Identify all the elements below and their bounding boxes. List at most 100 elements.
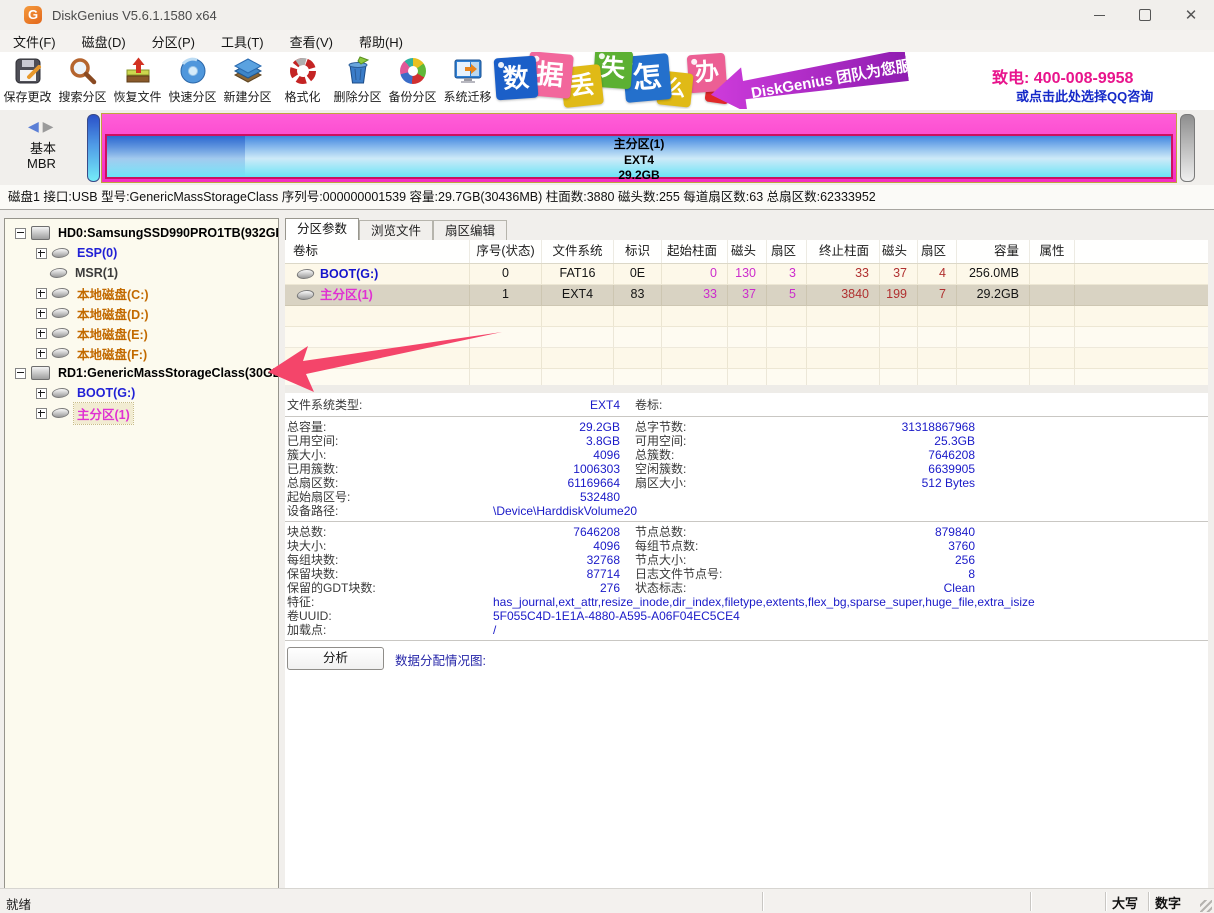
tree-item-5[interactable]: 本地磁盘(E:) bbox=[5, 323, 279, 343]
partition-tree: HD0:SamsungSSD990PRO1TB(932GB)ESP(0)MSR(… bbox=[4, 218, 279, 892]
table-cell: 0 bbox=[470, 264, 542, 284]
toolbar-button-label: 恢复文件 bbox=[113, 88, 161, 105]
toolbar-button-search[interactable]: 搜索分区 bbox=[55, 53, 110, 107]
partition-block[interactable]: 主分区(1) EXT4 29.2GB bbox=[105, 134, 1173, 179]
disk-icon bbox=[31, 366, 50, 380]
detail-value: 276 bbox=[435, 581, 620, 595]
menu-item-3[interactable]: 工具(T) bbox=[208, 32, 277, 51]
column-header[interactable]: 文件系统 bbox=[542, 240, 614, 263]
column-header[interactable]: 扇区 bbox=[767, 240, 807, 263]
empty-cell bbox=[767, 327, 807, 347]
detail-label: 节点总数: bbox=[635, 525, 686, 539]
ext4-section: 块总数:7646208节点总数:879840块大小:4096每组节点数:3760… bbox=[285, 525, 1208, 637]
toolbar-button-delete[interactable]: 删除分区 bbox=[330, 53, 385, 107]
detail-label: 块大小: bbox=[287, 539, 326, 553]
detail-row: 起始扇区号:532480 bbox=[285, 490, 1208, 504]
detail-label: 可用空间: bbox=[635, 434, 686, 448]
menu-item-0[interactable]: 文件(F) bbox=[0, 32, 69, 51]
column-header[interactable]: 标识 bbox=[614, 240, 662, 263]
minimize-button[interactable] bbox=[1076, 0, 1122, 30]
close-button[interactable]: ✕ bbox=[1168, 0, 1214, 30]
menu-item-1[interactable]: 磁盘(D) bbox=[69, 32, 139, 51]
detail-label: 日志文件节点号: bbox=[635, 567, 722, 581]
tree-expander-icon[interactable] bbox=[36, 308, 47, 319]
next-disk-arrow-icon[interactable]: ▶ bbox=[43, 118, 54, 134]
partition-detail-pane: 卷标序号(状态)文件系统标识起始柱面磁头扇区终止柱面磁头扇区容量属性BOOT(G… bbox=[285, 240, 1208, 888]
column-header[interactable]: 序号(状态) bbox=[470, 240, 542, 263]
promo-qq-link[interactable]: 或点击此处选择QQ咨询 bbox=[1016, 86, 1153, 105]
tree-expander-icon[interactable] bbox=[36, 408, 47, 419]
tree-item-6[interactable]: 本地磁盘(F:) bbox=[5, 343, 279, 363]
resize-grip[interactable] bbox=[1200, 900, 1212, 912]
tree-item-1[interactable]: ESP(0) bbox=[5, 243, 279, 263]
empty-cell bbox=[614, 369, 662, 385]
tree-item-2[interactable]: MSR(1) bbox=[5, 263, 279, 283]
toolbar-button-new-partition[interactable]: 新建分区 bbox=[220, 53, 275, 107]
backup-icon bbox=[398, 56, 428, 86]
detail-label: 起始扇区号: bbox=[287, 490, 350, 504]
column-header[interactable]: 属性 bbox=[1030, 240, 1075, 263]
detail-value: 879840 bbox=[795, 525, 975, 539]
column-header[interactable]: 磁头 bbox=[728, 240, 767, 263]
toolbar-button-recover[interactable]: 恢复文件 bbox=[110, 53, 165, 107]
menu-item-2[interactable]: 分区(P) bbox=[139, 32, 208, 51]
column-header[interactable]: 卷标 bbox=[285, 240, 470, 263]
empty-cell bbox=[918, 327, 957, 347]
tree-item-9[interactable]: 主分区(1) bbox=[5, 403, 279, 423]
table-cell: 5 bbox=[767, 285, 807, 305]
column-header[interactable]: 扇区 bbox=[918, 240, 957, 263]
status-num-indicator: 数字 bbox=[1155, 893, 1181, 912]
tree-expander-icon[interactable] bbox=[36, 348, 47, 359]
column-header[interactable]: 容量 bbox=[957, 240, 1030, 263]
maximize-button[interactable] bbox=[1122, 0, 1168, 30]
tab-0[interactable]: 分区参数 bbox=[285, 218, 359, 240]
table-cell bbox=[1030, 285, 1075, 305]
menu-item-4[interactable]: 查看(V) bbox=[277, 32, 346, 51]
tree-expander-icon[interactable] bbox=[15, 228, 26, 239]
column-header[interactable]: 起始柱面 bbox=[662, 240, 728, 263]
column-header[interactable]: 磁头 bbox=[880, 240, 918, 263]
table-cell: 256.0MB bbox=[957, 264, 1030, 284]
tree-item-4[interactable]: 本地磁盘(D:) bbox=[5, 303, 279, 323]
detail-value: / bbox=[493, 623, 496, 637]
empty-cell bbox=[728, 369, 767, 385]
tab-2[interactable]: 扇区编辑 bbox=[433, 220, 507, 240]
volume-details: 文件系统类型: EXT4 卷标: 总容量:29.2GB总字节数:31318867… bbox=[285, 393, 1208, 888]
table-cell: 1 bbox=[470, 285, 542, 305]
empty-cell bbox=[728, 306, 767, 326]
toolbar-button-save[interactable]: 保存更改 bbox=[0, 53, 55, 107]
prev-disk-arrow-icon[interactable]: ◀ bbox=[28, 118, 39, 134]
detail-label: 总扇区数: bbox=[287, 476, 338, 490]
tree-item-0[interactable]: HD0:SamsungSSD990PRO1TB(932GB) bbox=[5, 223, 279, 243]
detail-value: 4096 bbox=[435, 448, 620, 462]
toolbar-button-format[interactable]: 格式化 bbox=[275, 53, 330, 107]
separator bbox=[285, 521, 1208, 522]
promo-banner: !办么怎失丢据数 DiskGenius 团队为您服务 致电: 400-008-9… bbox=[492, 52, 1214, 109]
menu-item-5[interactable]: 帮助(H) bbox=[346, 32, 416, 51]
table-row[interactable]: BOOT(G:)0FAT160E0130333374256.0MB bbox=[285, 264, 1208, 285]
tree-item-label: 本地磁盘(C:) bbox=[74, 283, 152, 304]
column-header[interactable]: 终止柱面 bbox=[807, 240, 880, 263]
tab-1[interactable]: 浏览文件 bbox=[359, 220, 433, 240]
toolbar-button-migrate[interactable]: 系统迁移 bbox=[440, 53, 495, 107]
toolbar-button-quick-partition[interactable]: 快速分区 bbox=[165, 53, 220, 107]
table-row[interactable]: 主分区(1)1EXT483333753840199729.2GB bbox=[285, 285, 1208, 306]
app-window: G DiskGenius V5.6.1.1580 x64 ✕ 文件(F)磁盘(D… bbox=[0, 0, 1214, 913]
detail-value: 31318867968 bbox=[795, 420, 975, 434]
tree-expander-icon[interactable] bbox=[36, 288, 47, 299]
tree-item-7[interactable]: RD1:GenericMassStorageClass(30GB) bbox=[5, 363, 279, 383]
tree-expander-icon[interactable] bbox=[36, 328, 47, 339]
detail-row: 保留块数:87714日志文件节点号:8 bbox=[285, 567, 1208, 581]
toolbar-button-backup[interactable]: 备份分区 bbox=[385, 53, 440, 107]
detail-label: 已用簇数: bbox=[287, 462, 338, 476]
tree-item-3[interactable]: 本地磁盘(C:) bbox=[5, 283, 279, 303]
new-partition-icon bbox=[233, 56, 263, 86]
tree-expander-icon[interactable] bbox=[36, 248, 47, 259]
detail-row: 每组块数:32768节点大小:256 bbox=[285, 553, 1208, 567]
partition-icon bbox=[50, 248, 70, 258]
table-cell: 0E bbox=[614, 264, 662, 284]
tree-item-8[interactable]: BOOT(G:) bbox=[5, 383, 279, 403]
tree-expander-icon[interactable] bbox=[36, 388, 47, 399]
analyze-button[interactable]: 分析 bbox=[287, 647, 384, 670]
tree-expander-icon[interactable] bbox=[15, 368, 26, 379]
